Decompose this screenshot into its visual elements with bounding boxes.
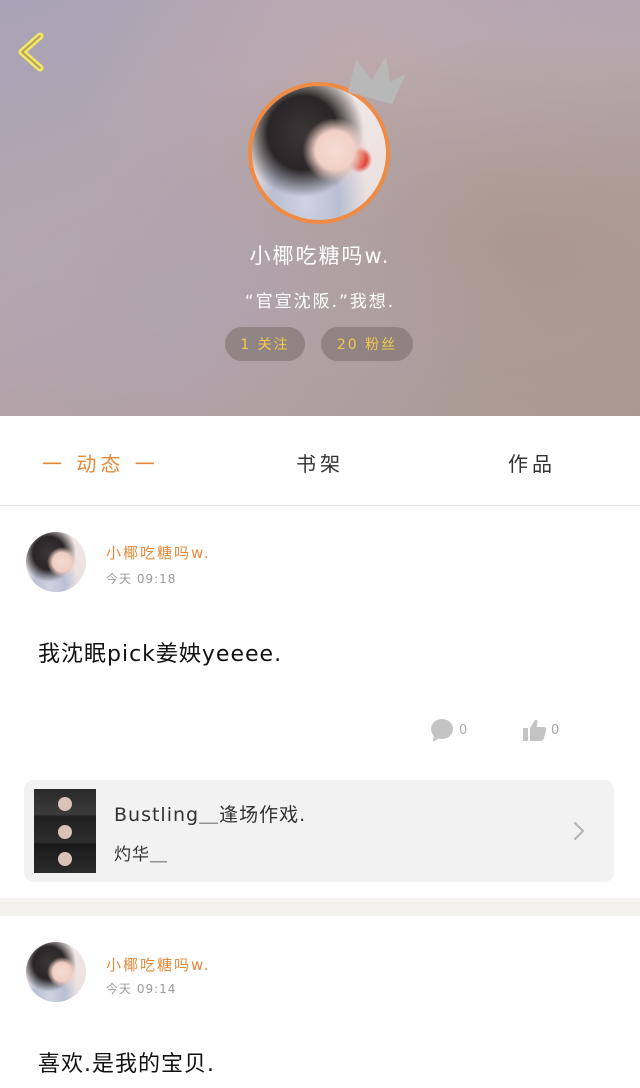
shared-book-title: Bustling＿逢场作戏. xyxy=(114,804,307,826)
post-timestamp: 今天 09:14 xyxy=(106,982,177,996)
chevron-right-icon xyxy=(574,822,584,840)
profile-username: 小椰吃糖吗w. xyxy=(249,244,391,268)
post-divider xyxy=(0,898,640,916)
crown-icon xyxy=(348,56,406,104)
cover-face xyxy=(58,825,72,839)
comment-button[interactable]: 0 xyxy=(430,716,467,744)
post-author-name[interactable]: 小椰吃糖吗w. xyxy=(106,542,211,563)
post-author-avatar[interactable] xyxy=(26,942,86,1002)
post-author-avatar[interactable] xyxy=(26,532,86,592)
following-count-button[interactable]: 1 关注 xyxy=(225,327,305,361)
post-author-name[interactable]: 小椰吃糖吗w. xyxy=(106,954,211,975)
shared-book-card[interactable]: Bustling＿逢场作戏. 灼华＿ xyxy=(24,780,614,882)
chevron-left-icon xyxy=(18,32,44,72)
comment-icon xyxy=(431,719,453,742)
profile-header: 小椰吃糖吗w. “官宣沈阪.”我想. 1 关注 20 粉丝 xyxy=(0,0,640,416)
comment-count: 0 xyxy=(459,722,468,738)
post-content: 我沈眠pick姜姎yeeee. xyxy=(38,642,283,667)
shared-book-cover xyxy=(34,789,96,873)
tab-moments[interactable]: 一 动态 一 xyxy=(42,448,159,477)
thumbs-up-icon xyxy=(523,719,547,741)
cover-face xyxy=(58,852,72,866)
profile-motto: “官宣沈阪.”我想. xyxy=(244,292,396,312)
profile-avatar-group xyxy=(248,56,406,224)
post-content: 喜欢.是我的宝贝. xyxy=(38,1052,215,1077)
like-button[interactable]: 0 xyxy=(522,716,559,744)
tab-bookshelf[interactable]: 书架 xyxy=(296,448,344,477)
fans-count-button[interactable]: 20 粉丝 xyxy=(321,327,413,361)
profile-tabs: 一 动态 一 书架 作品 xyxy=(0,416,640,506)
shared-book-author: 灼华＿ xyxy=(114,845,168,865)
back-button[interactable] xyxy=(14,30,50,74)
tab-works[interactable]: 作品 xyxy=(508,448,556,477)
post-timestamp: 今天 09:18 xyxy=(106,572,177,586)
like-count: 0 xyxy=(551,722,560,738)
cover-face xyxy=(58,797,72,811)
